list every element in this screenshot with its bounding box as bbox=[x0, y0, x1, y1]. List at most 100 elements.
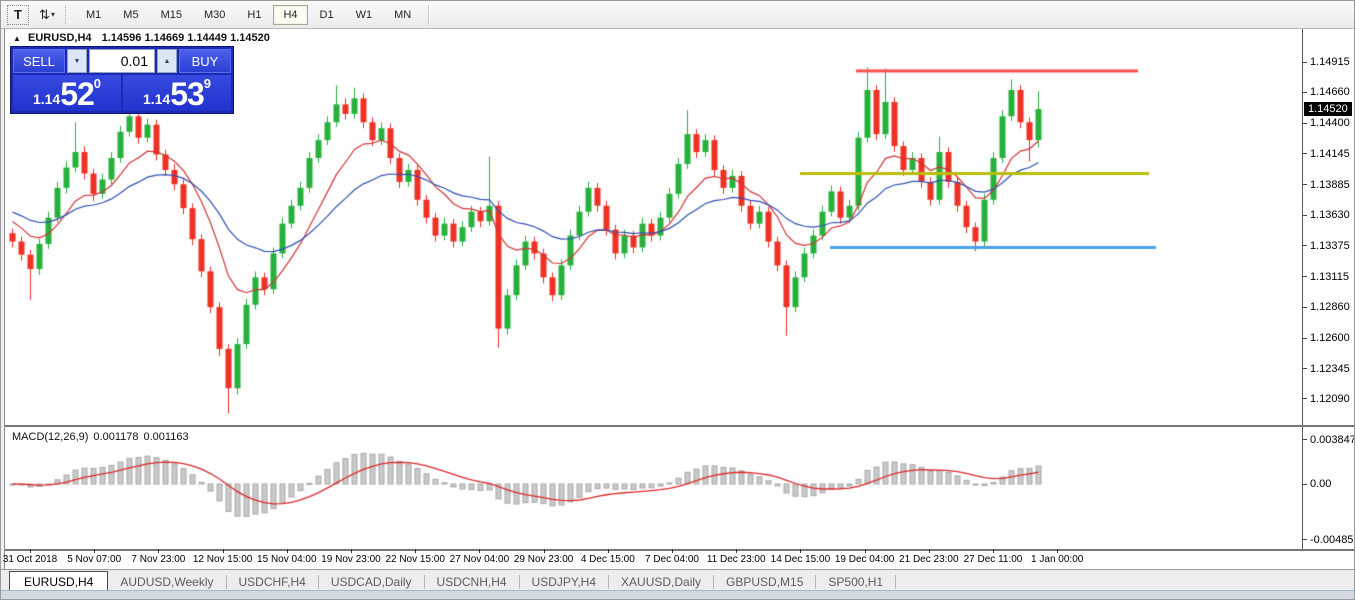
macd-canvas[interactable] bbox=[5, 427, 1302, 549]
macd-name: MACD(12,26,9) bbox=[12, 431, 88, 443]
time-axis-tick bbox=[800, 549, 801, 553]
macd-axis-tick bbox=[1302, 484, 1307, 485]
price-axis-tick bbox=[1302, 307, 1307, 308]
buy-price-sup: 9 bbox=[204, 77, 211, 90]
timeframe-button-m5[interactable]: M5 bbox=[113, 5, 148, 25]
price-axis-tick bbox=[1302, 92, 1307, 93]
arrange-tool-button[interactable]: ⇅ ▾ bbox=[35, 4, 59, 26]
sell-button[interactable]: SELL bbox=[13, 49, 65, 73]
volume-increase-button[interactable]: ▲ bbox=[157, 49, 177, 73]
volume-input[interactable] bbox=[90, 50, 154, 72]
macd-axis-border bbox=[1302, 427, 1303, 549]
macd-axis-tick bbox=[1302, 539, 1307, 540]
time-axis-tick bbox=[30, 549, 31, 553]
time-axis-label: 1 Jan 00:00 bbox=[1031, 554, 1083, 565]
timeframe-button-m30[interactable]: M30 bbox=[194, 5, 235, 25]
price-axis-label: 1.14660 bbox=[1310, 86, 1350, 98]
timeframe-button-m15[interactable]: M15 bbox=[151, 5, 192, 25]
time-axis-tick bbox=[993, 549, 994, 553]
timeframe-button-mn[interactable]: MN bbox=[384, 5, 421, 25]
timeframe-button-h1[interactable]: H1 bbox=[237, 5, 271, 25]
main-chart-pane: ▲ EURUSD,H4 1.14596 1.14669 1.14449 1.14… bbox=[5, 29, 1354, 425]
time-axis-tick bbox=[479, 549, 480, 553]
time-axis-label: 27 Nov 04:00 bbox=[450, 554, 510, 565]
time-axis-tick bbox=[544, 549, 545, 553]
macd-value-signal: 0.001163 bbox=[144, 431, 189, 443]
time-axis-label: 11 Dec 23:00 bbox=[707, 554, 766, 565]
time-axis-tick bbox=[94, 549, 95, 553]
chart-title-symbol: EURUSD,H4 bbox=[28, 32, 92, 44]
toolbar-grip bbox=[65, 6, 67, 24]
price-axis-label: 1.12600 bbox=[1310, 332, 1350, 344]
time-axis-tick bbox=[929, 549, 930, 553]
time-axis-label: 7 Dec 04:00 bbox=[645, 554, 699, 565]
buy-price-prefix: 1.14 bbox=[143, 89, 170, 109]
price-axis-label: 1.14145 bbox=[1310, 148, 1350, 160]
time-axis-label: 14 Dec 15:00 bbox=[771, 554, 831, 565]
mt4-window: T ⇅ ▾ M1M5M15M30H1H4D1W1MN ▲ EURUSD,H4 1… bbox=[0, 0, 1355, 600]
time-axis-label: 29 Nov 23:00 bbox=[514, 554, 574, 565]
price-axis-tick bbox=[1302, 338, 1307, 339]
price-axis-tick bbox=[1302, 123, 1307, 124]
price-axis-label: 1.13115 bbox=[1310, 271, 1349, 283]
time-axis-label: 31 Oct 2018 bbox=[3, 554, 57, 565]
time-axis-label: 15 Nov 04:00 bbox=[257, 554, 317, 565]
price-axis-label: 1.13885 bbox=[1310, 179, 1350, 191]
collapse-panel-icon[interactable]: ▲ bbox=[13, 34, 21, 43]
price-axis-tick bbox=[1302, 184, 1307, 185]
timeframe-button-d1[interactable]: D1 bbox=[310, 5, 344, 25]
macd-value-main: 0.001178 bbox=[93, 431, 138, 443]
buy-price-main: 53 bbox=[170, 79, 204, 109]
volume-field-wrap bbox=[89, 49, 155, 73]
time-axis-tick bbox=[415, 549, 416, 553]
timeframe-button-w1[interactable]: W1 bbox=[346, 5, 383, 25]
text-tool-button[interactable]: T bbox=[7, 5, 29, 25]
price-axis-label: 1.12345 bbox=[1310, 363, 1350, 375]
time-axis-label: 21 Dec 23:00 bbox=[899, 554, 959, 565]
sell-button-label: SELL bbox=[23, 54, 55, 69]
time-axis-label: 7 Nov 23:00 bbox=[131, 554, 185, 565]
macd-axis-label: -0.004856 bbox=[1310, 534, 1355, 546]
buy-price-box[interactable]: 1.14539 bbox=[123, 75, 231, 111]
price-axis-tick bbox=[1302, 276, 1307, 277]
timeframe-button-h4[interactable]: H4 bbox=[273, 5, 307, 25]
top-toolbar: T ⇅ ▾ M1M5M15M30H1H4D1W1MN bbox=[1, 1, 1354, 29]
price-axis-label: 1.12090 bbox=[1310, 393, 1350, 405]
time-axis-label: 4 Dec 15:00 bbox=[581, 554, 635, 565]
sell-price-box[interactable]: 1.14520 bbox=[13, 75, 121, 111]
time-axis-tick bbox=[672, 549, 673, 553]
volume-decrease-button[interactable]: ▼ bbox=[67, 49, 87, 73]
macd-indicator-label: MACD(12,26,9) 0.001178 0.001163 bbox=[12, 431, 194, 443]
tab-separator bbox=[895, 575, 896, 589]
price-axis-tick bbox=[1302, 215, 1307, 216]
time-axis-tick bbox=[1057, 549, 1058, 553]
price-axis-label: 1.12860 bbox=[1310, 301, 1350, 313]
arrange-arrows-icon: ⇅ bbox=[39, 7, 50, 23]
price-axis-label: 1.13630 bbox=[1310, 209, 1350, 221]
one-click-trading-panel: SELL ▼ ▲ BUY 1.14520 1.14539 bbox=[11, 47, 233, 113]
timeframe-toolbar: M1M5M15M30H1H4D1W1MN bbox=[75, 5, 422, 25]
price-axis-tick bbox=[1302, 62, 1307, 63]
chart-window: ▲ EURUSD,H4 1.14596 1.14669 1.14449 1.14… bbox=[4, 29, 1354, 569]
spin-down-icon: ▼ bbox=[74, 58, 81, 65]
current-price-tag: 1.14520 bbox=[1304, 102, 1352, 116]
timeframe-button-m1[interactable]: M1 bbox=[76, 5, 111, 25]
time-axis-tick bbox=[865, 549, 866, 553]
macd-pane: MACD(12,26,9)0.0011780.001163 0.0038470.… bbox=[5, 427, 1354, 549]
text-tool-icon: T bbox=[14, 7, 22, 22]
price-axis-label: 1.14915 bbox=[1310, 56, 1350, 68]
status-bar bbox=[1, 590, 1354, 599]
time-axis: 31 Oct 2018 5 Nov 07:00 7 Nov 23:00 12 Nov … bbox=[5, 551, 1354, 569]
buy-button[interactable]: BUY bbox=[179, 49, 231, 73]
time-axis-tick bbox=[608, 549, 609, 553]
time-axis-label: 12 Nov 15:00 bbox=[193, 554, 253, 565]
price-axis-tick bbox=[1302, 153, 1307, 154]
sell-price-sup: 0 bbox=[94, 77, 101, 90]
time-axis-label: 5 Nov 07:00 bbox=[67, 554, 121, 565]
time-axis-tick bbox=[158, 549, 159, 553]
price-axis-tick bbox=[1302, 368, 1307, 369]
chevron-down-icon[interactable]: ▾ bbox=[51, 10, 55, 19]
time-axis-tick bbox=[287, 549, 288, 553]
price-axis-label: 1.13375 bbox=[1310, 240, 1350, 252]
time-axis-label: 19 Dec 04:00 bbox=[835, 554, 895, 565]
